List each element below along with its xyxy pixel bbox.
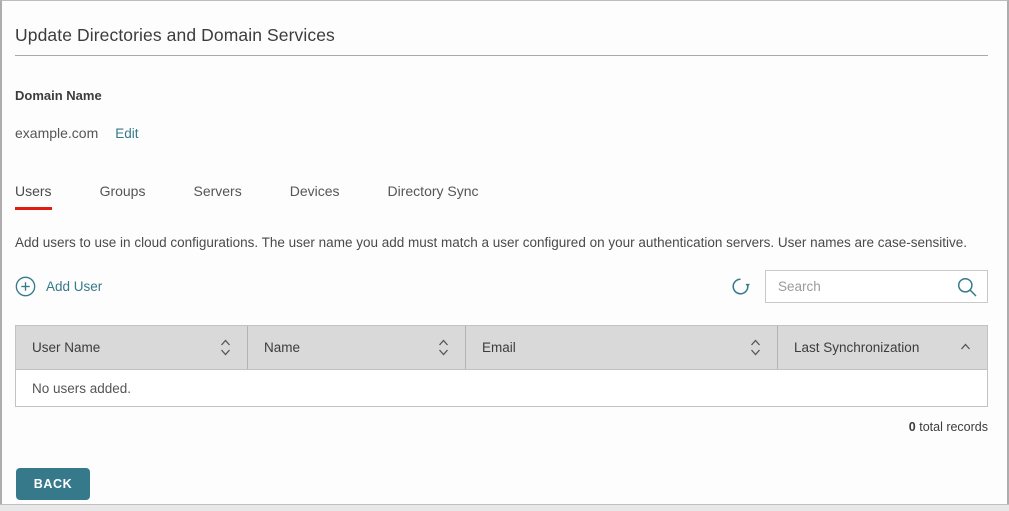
sort-both-icon xyxy=(750,338,761,357)
users-table: User Name Name Email Last Synchronizatio… xyxy=(15,325,988,407)
bottom-scroll-strip xyxy=(0,504,1009,511)
records-label: total records xyxy=(919,420,988,434)
column-header-user-name[interactable]: User Name xyxy=(16,326,248,369)
add-user-button[interactable]: Add User xyxy=(15,276,102,297)
domain-name-label: Domain Name xyxy=(15,88,102,103)
sort-both-icon xyxy=(220,338,231,357)
back-button[interactable]: BACK xyxy=(16,468,90,500)
search-box xyxy=(765,270,988,303)
search-icon[interactable] xyxy=(956,276,978,298)
tab-directory-sync[interactable]: Directory Sync xyxy=(388,183,479,210)
column-label: Email xyxy=(482,340,516,355)
search-input[interactable] xyxy=(778,279,956,294)
refresh-button[interactable] xyxy=(728,275,752,299)
table-header-row: User Name Name Email Last Synchronizatio… xyxy=(15,325,988,369)
tab-users[interactable]: Users xyxy=(15,183,52,210)
records-count: 0 xyxy=(908,420,916,434)
toolbar: Add User xyxy=(15,270,988,303)
page-title: Update Directories and Domain Services xyxy=(15,25,335,45)
domain-row: example.com Edit xyxy=(15,125,988,141)
add-user-label: Add User xyxy=(46,279,103,294)
edit-domain-link[interactable]: Edit xyxy=(115,126,138,141)
tab-devices[interactable]: Devices xyxy=(290,183,340,210)
sort-asc-icon xyxy=(960,338,971,357)
column-label: Last Synchronization xyxy=(794,340,920,355)
plus-circle-icon xyxy=(15,276,36,297)
tab-groups[interactable]: Groups xyxy=(100,183,146,210)
column-header-email[interactable]: Email xyxy=(466,326,778,369)
tab-servers[interactable]: Servers xyxy=(193,183,241,210)
column-header-name[interactable]: Name xyxy=(248,326,466,369)
tab-description: Add users to use in cloud configurations… xyxy=(15,235,968,250)
records-summary: 0 total records xyxy=(15,420,988,434)
domain-name-value: example.com xyxy=(15,125,99,141)
toolbar-right xyxy=(728,270,988,303)
main-content: Update Directories and Domain Services D… xyxy=(2,1,1007,500)
empty-message: No users added. xyxy=(32,380,132,396)
page-title-wrap: Update Directories and Domain Services xyxy=(15,25,988,56)
empty-table-row: No users added. xyxy=(15,369,988,407)
column-label: User Name xyxy=(32,340,101,355)
column-label: Name xyxy=(264,340,301,355)
tab-bar: Users Groups Servers Devices Directory S… xyxy=(15,183,988,210)
sort-both-icon xyxy=(438,338,449,357)
column-header-last-synchronization[interactable]: Last Synchronization xyxy=(778,326,987,369)
